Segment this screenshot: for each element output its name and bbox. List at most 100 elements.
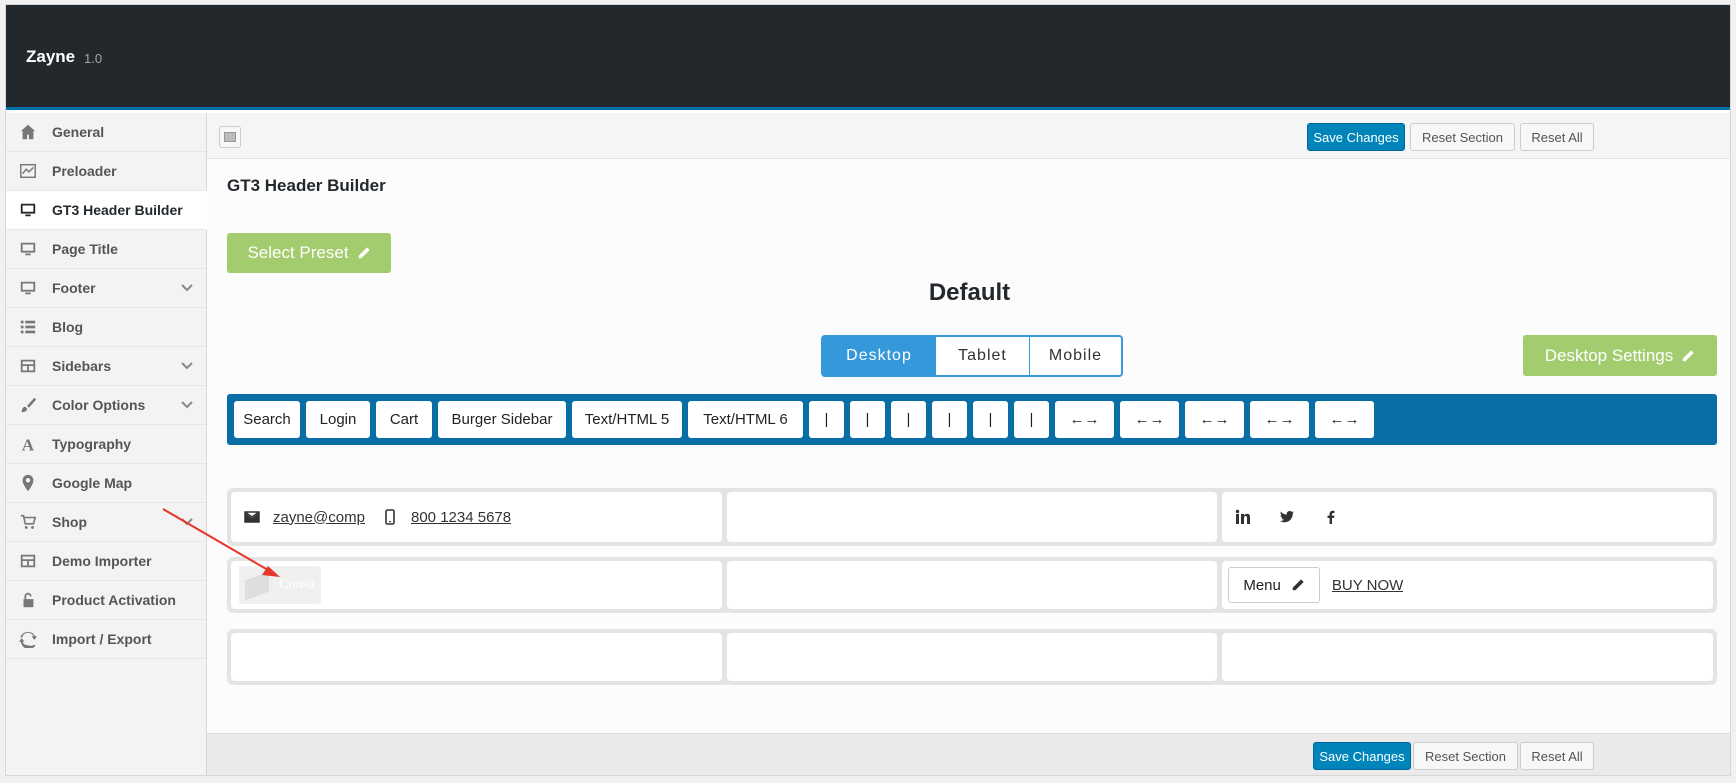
element-burger-sidebar[interactable]: Burger Sidebar [438, 401, 566, 438]
element-search[interactable]: Search [234, 401, 300, 438]
sidebar-item-preloader[interactable]: Preloader [6, 152, 206, 191]
element-divider[interactable]: | [932, 401, 967, 438]
preset-name: Default [928, 279, 1011, 306]
layout-icon [18, 356, 38, 376]
tab-tablet[interactable]: Tablet [935, 337, 1029, 375]
sidebar-item-label: Sidebars [52, 358, 112, 374]
row-top-center-cell[interactable] [726, 492, 1218, 542]
layout-icon [18, 551, 38, 571]
desktop-settings-button[interactable]: Desktop Settings [1523, 335, 1717, 376]
element-divider[interactable]: | [1014, 401, 1049, 438]
sidebar-item-google-map[interactable]: Google Map [6, 464, 206, 503]
email-link[interactable]: zayne@company.com [273, 509, 365, 526]
save-changes-button[interactable]: Save Changes [1307, 123, 1405, 151]
envelope-icon [243, 508, 261, 526]
sidebar-item-blog[interactable]: Blog [6, 308, 206, 347]
element-text-html-5[interactable]: Text/HTML 5 [572, 401, 682, 438]
expand-icon [224, 132, 236, 142]
element-login[interactable]: Login [306, 401, 370, 438]
chevron-down-icon[interactable] [180, 359, 194, 373]
mobile-phone-icon [381, 508, 399, 526]
sidebar-item-gt3-header-builder[interactable]: GT3 Header Builder [6, 191, 207, 230]
sidebar-item-shop[interactable]: Shop [6, 503, 206, 542]
select-preset-label: Select Preset [247, 243, 349, 262]
row-bottom-center-cell[interactable] [726, 633, 1218, 681]
sidebar-item-label: Shop [52, 514, 87, 530]
element-spacer[interactable]: ←→ [1250, 401, 1309, 438]
cart-icon [18, 512, 38, 532]
footer-save-changes-button[interactable]: Save Changes [1313, 742, 1411, 770]
row-bottom-right-cell[interactable] [1222, 633, 1714, 681]
header-row-top: zayne@company.com 800 1234 5678 [227, 488, 1717, 546]
sidebar-item-color-options[interactable]: Color Options [6, 386, 206, 425]
sidebar-item-label: General [52, 124, 105, 140]
sidebar-item-general[interactable]: General [6, 113, 206, 152]
element-divider[interactable]: | [973, 401, 1008, 438]
row-middle-left-cell[interactable]: Consu [231, 561, 722, 609]
select-preset-button[interactable]: Select Preset [227, 233, 391, 273]
logo-mark-icon [245, 571, 269, 601]
row-bottom-left-cell[interactable] [231, 633, 722, 681]
sidebar-item-label: Page Title [52, 241, 118, 257]
main-content: Save Changes Reset Section Reset All GT3… [207, 113, 1730, 775]
element-text-html-6[interactable]: Text/HTML 6 [688, 401, 803, 438]
svg-text:A: A [22, 435, 35, 453]
footer-reset-section-button[interactable]: Reset Section [1413, 742, 1518, 770]
map-pin-icon [18, 473, 38, 493]
chevron-down-icon[interactable] [180, 281, 194, 295]
device-switcher: Desktop Tablet Mobile [821, 335, 1123, 377]
chevron-down-icon[interactable] [180, 515, 194, 529]
sidebar-item-typography[interactable]: A Typography [6, 425, 206, 464]
phone-link[interactable]: 800 1234 5678 [411, 509, 511, 526]
element-divider[interactable]: | [809, 401, 844, 438]
header-row-middle: Consu Menu BUY NOW [227, 557, 1717, 613]
element-spacer[interactable]: ←→ [1315, 401, 1374, 438]
sidebar-item-page-title[interactable]: Page Title [6, 230, 206, 269]
expand-toggle-button[interactable] [219, 126, 241, 148]
sidebar-item-sidebars[interactable]: Sidebars [6, 347, 206, 386]
desktop-icon [18, 200, 38, 220]
logo-element[interactable]: Consu [239, 566, 321, 604]
twitter-icon[interactable] [1278, 508, 1296, 526]
reset-section-button[interactable]: Reset Section [1410, 123, 1515, 151]
row-middle-center-cell[interactable] [726, 561, 1218, 609]
menu-element[interactable]: Menu [1228, 567, 1320, 603]
app-version: 1.0 [84, 51, 103, 66]
buy-now-link[interactable]: BUY NOW [1332, 577, 1403, 594]
pencil-icon [358, 247, 370, 259]
sidebar-item-demo-importer[interactable]: Demo Importer [6, 542, 206, 581]
sidebar-item-label: Demo Importer [52, 553, 152, 569]
chevron-down-icon[interactable] [180, 398, 194, 412]
sidebar-item-import-export[interactable]: Import / Export [6, 620, 206, 659]
element-spacer[interactable]: ←→ [1055, 401, 1114, 438]
list-icon [18, 317, 38, 337]
sidebar-item-footer[interactable]: Footer [6, 269, 206, 308]
element-spacer[interactable]: ←→ [1120, 401, 1179, 438]
element-divider[interactable]: | [850, 401, 885, 438]
element-cart[interactable]: Cart [376, 401, 432, 438]
element-spacer[interactable]: ←→ [1185, 401, 1244, 438]
logo-text: Consu [279, 577, 315, 592]
sidebar-item-product-activation[interactable]: Product Activation [6, 581, 206, 620]
row-middle-right-cell[interactable]: Menu BUY NOW [1222, 561, 1714, 609]
desktop-settings-label: Desktop Settings [1544, 345, 1674, 365]
desktop-icon [18, 239, 38, 259]
tab-desktop[interactable]: Desktop [823, 337, 935, 375]
footer-reset-all-button[interactable]: Reset All [1520, 742, 1594, 770]
sidebar-item-label: Import / Export [52, 631, 152, 647]
reset-all-button[interactable]: Reset All [1520, 123, 1594, 151]
element-divider[interactable]: | [891, 401, 926, 438]
tab-mobile[interactable]: Mobile [1029, 337, 1121, 375]
pencil-icon [1683, 349, 1694, 361]
row-top-right-cell[interactable] [1222, 492, 1714, 542]
top-header: Zayne 1.0 [6, 5, 1730, 110]
desktop-icon [18, 278, 38, 298]
pencil-icon [1292, 579, 1304, 591]
available-elements-bar: Search Login Cart Burger Sidebar Text/HTML 5… [227, 394, 1717, 445]
facebook-icon[interactable] [1322, 508, 1340, 526]
sidebar-item-label: Preloader [52, 163, 117, 179]
sidebar: General Preloader GT3 Header Builder Page T… [6, 113, 207, 775]
chart-icon [18, 161, 38, 181]
linkedin-icon[interactable] [1234, 508, 1252, 526]
row-top-left-cell[interactable]: zayne@company.com 800 1234 5678 [231, 492, 722, 542]
